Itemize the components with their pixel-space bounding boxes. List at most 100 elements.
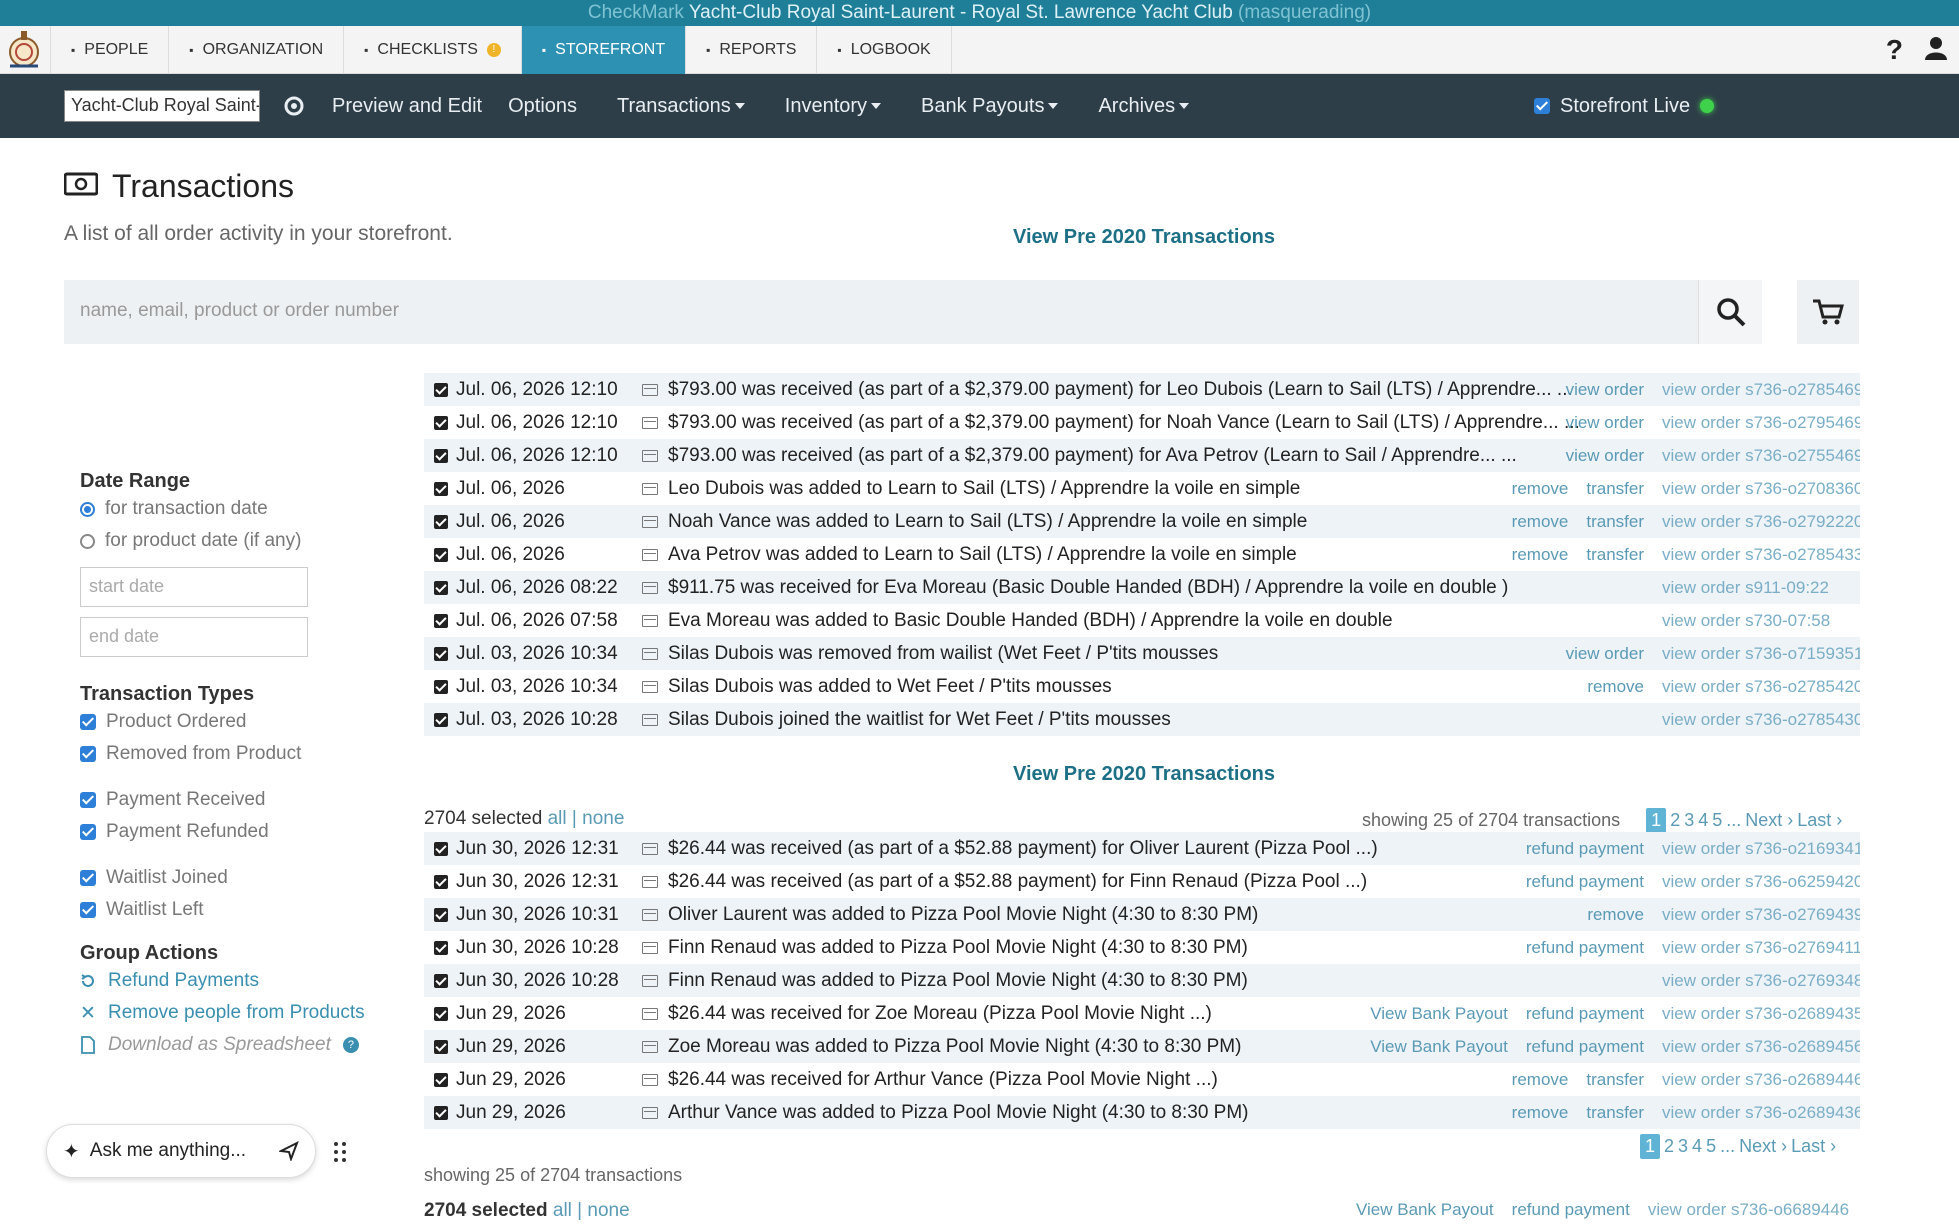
checkbox-icon[interactable]	[80, 902, 96, 918]
view-order-link[interactable]: view order s736-o2769348	[1662, 971, 1860, 991]
row-checkbox[interactable]	[434, 547, 448, 562]
row-action-link[interactable]: remove	[1512, 545, 1569, 565]
row-action-link[interactable]: view order	[1566, 446, 1644, 466]
info-icon[interactable]: ?	[342, 1037, 359, 1053]
table-row[interactable]: Jun 29, 2026 Zoe Moreau was added to Pizz…	[424, 1030, 1860, 1063]
table-row[interactable]: Jun 29, 2026 Arthur Vance was added to Pi…	[424, 1096, 1860, 1129]
transaction-type-option[interactable]: Payment Received	[80, 784, 400, 816]
search-button[interactable]	[1698, 280, 1762, 344]
table-row[interactable]: Jun 30, 2026 10:28 Finn Renaud was added …	[424, 931, 1860, 964]
select-none-link[interactable]: none	[582, 808, 624, 829]
table-row[interactable]: Jul. 06, 2026 12:10 $793.00 was received …	[424, 373, 1860, 406]
view-order-link[interactable]: view order s736-o2769439	[1662, 905, 1860, 925]
page-link[interactable]: 3	[1684, 810, 1694, 831]
storefront-live-checkbox[interactable]	[1534, 98, 1550, 114]
view-order-link[interactable]: view order s736-o2769411	[1662, 938, 1860, 958]
tab-reports[interactable]: ▪ Reports	[686, 26, 818, 74]
row-checkbox[interactable]	[434, 481, 448, 496]
row-action-link[interactable]: transfer	[1586, 1103, 1644, 1123]
transaction-type-option[interactable]: Waitlist Left	[80, 894, 400, 926]
row-checkbox[interactable]	[434, 679, 448, 694]
page-link[interactable]: 5	[1712, 810, 1722, 831]
view-order-link[interactable]: view order s736-o2689435	[1662, 1004, 1860, 1024]
store-name-field[interactable]: Yacht-Club Royal Saint-Laurent	[64, 90, 260, 122]
radio-icon[interactable]	[80, 533, 95, 549]
row-action-link[interactable]: refund payment	[1526, 872, 1644, 892]
checkbox-icon[interactable]	[80, 824, 96, 840]
row-action-link[interactable]: View Bank Payout	[1370, 1037, 1508, 1057]
user-icon[interactable]	[1925, 36, 1947, 65]
row-action-link[interactable]: refund payment	[1526, 1004, 1644, 1024]
row-action-link[interactable]: remove	[1587, 905, 1644, 925]
view-order-link[interactable]: view order s736-o2785433	[1662, 545, 1860, 565]
tab-people[interactable]: ▪ People	[50, 26, 170, 74]
table-row[interactable]: Jul. 06, 2026 12:10 $793.00 was received …	[424, 406, 1860, 439]
view-order-link[interactable]: view order s736-o2792220	[1662, 512, 1860, 532]
view-order-link[interactable]: view order s736-o6259420	[1662, 872, 1860, 892]
table-row[interactable]: Jul. 06, 2026 Leo Dubois was added to Lea…	[424, 472, 1860, 505]
table-row[interactable]: Jun 30, 2026 12:31 $26.44 was received (a…	[424, 865, 1860, 898]
table-row[interactable]: Jul. 06, 2026 Ava Petrov was added to Lea…	[424, 538, 1860, 571]
preview-edit-link[interactable]: Preview and Edit	[332, 95, 482, 118]
page-link[interactable]: 2	[1664, 1136, 1674, 1157]
view-order-link[interactable]: view order s736-o2689456	[1662, 1037, 1860, 1057]
view-order-link[interactable]: view order s911-09:22	[1662, 578, 1860, 598]
tab-storefront[interactable]: ▪ Storefront	[521, 26, 687, 74]
table-row[interactable]: Jul. 03, 2026 10:34 Silas Dubois was remo…	[424, 637, 1860, 670]
search-input[interactable]: name, email, product or order number	[64, 280, 1698, 344]
table-row[interactable]: Jul. 03, 2026 10:28 Silas Dubois joined t…	[424, 703, 1860, 736]
view-order-link[interactable]: view order s736-o6689446	[1648, 1200, 1849, 1220]
row-action-link[interactable]: view order	[1566, 644, 1644, 664]
row-checkbox[interactable]	[434, 613, 448, 628]
checkbox-icon[interactable]	[80, 746, 96, 762]
row-action-link[interactable]: View Bank Payout	[1370, 1004, 1508, 1024]
send-icon[interactable]	[279, 1141, 299, 1161]
transaction-date-option[interactable]: for transaction date	[80, 493, 400, 525]
row-action-link[interactable]: transfer	[1586, 545, 1644, 565]
checkbox-icon[interactable]	[80, 714, 96, 730]
download-spreadsheet-action[interactable]: Download as Spreadsheet ?	[80, 1029, 400, 1061]
end-date-field[interactable]: end date	[80, 617, 308, 657]
page-link[interactable]: 4	[1698, 810, 1708, 831]
row-action-link[interactable]: refund payment	[1526, 1037, 1644, 1057]
row-checkbox[interactable]	[434, 646, 448, 661]
inventory-menu[interactable]: Inventory	[785, 95, 882, 118]
row-checkbox[interactable]	[434, 1006, 448, 1021]
tab-logbook[interactable]: ▪ Logbook	[817, 26, 952, 74]
select-all-link-bottom[interactable]: all	[553, 1200, 572, 1221]
bank-payouts-menu[interactable]: Bank Payouts	[921, 95, 1059, 118]
drag-handle-icon[interactable]	[332, 1140, 348, 1164]
tab-checklists[interactable]: ▪ Checklists!	[344, 26, 522, 74]
transactions-menu[interactable]: Transactions	[617, 95, 745, 118]
table-row[interactable]: Jul. 06, 2026 12:10 $793.00 was received …	[424, 439, 1860, 472]
view-order-link[interactable]: view order s730-07:58	[1662, 611, 1860, 631]
row-checkbox[interactable]	[434, 415, 448, 430]
last-page-link[interactable]: Last ›	[1797, 810, 1842, 831]
view-order-link[interactable]: view order s736-o2689436	[1662, 1103, 1860, 1123]
table-row[interactable]: Jul. 06, 2026 07:58 Eva Moreau was added …	[424, 604, 1860, 637]
select-none-link-bottom[interactable]: none	[587, 1200, 629, 1221]
table-row[interactable]: Jun 30, 2026 10:31 Oliver Laurent was add…	[424, 898, 1860, 931]
row-action-link[interactable]: remove	[1512, 1070, 1569, 1090]
view-order-link[interactable]: view order s736-o2785469	[1662, 380, 1860, 400]
row-checkbox[interactable]	[434, 448, 448, 463]
view-order-link[interactable]: view order s736-o2689446	[1662, 1070, 1860, 1090]
row-action-link[interactable]: refund payment	[1512, 1200, 1630, 1220]
row-action-link[interactable]: refund payment	[1526, 839, 1644, 859]
row-action-link[interactable]: remove	[1512, 512, 1569, 532]
view-order-link[interactable]: view order s736-o2169341	[1662, 839, 1860, 859]
transaction-type-option[interactable]: Payment Refunded	[80, 816, 400, 848]
start-date-field[interactable]: start date	[80, 567, 308, 607]
page-link[interactable]: 2	[1670, 810, 1680, 831]
options-link[interactable]: Options	[508, 95, 577, 118]
view-order-link[interactable]: view order s736-o2708360	[1662, 479, 1860, 499]
view-pre2020-link-2[interactable]: View Pre 2020 Transactions	[1013, 763, 1275, 786]
table-row[interactable]: Jun 30, 2026 10:28 Finn Renaud was added …	[424, 964, 1860, 997]
row-checkbox[interactable]	[434, 1039, 448, 1054]
row-checkbox[interactable]	[434, 874, 448, 889]
refund-payments-action[interactable]: Refund Payments	[80, 965, 400, 997]
row-action-link[interactable]: transfer	[1586, 479, 1644, 499]
storefront-live-toggle[interactable]: Storefront Live	[1534, 74, 1715, 138]
view-order-link[interactable]: view order s736-o7159351	[1662, 644, 1860, 664]
page-link[interactable]: 3	[1678, 1136, 1688, 1157]
